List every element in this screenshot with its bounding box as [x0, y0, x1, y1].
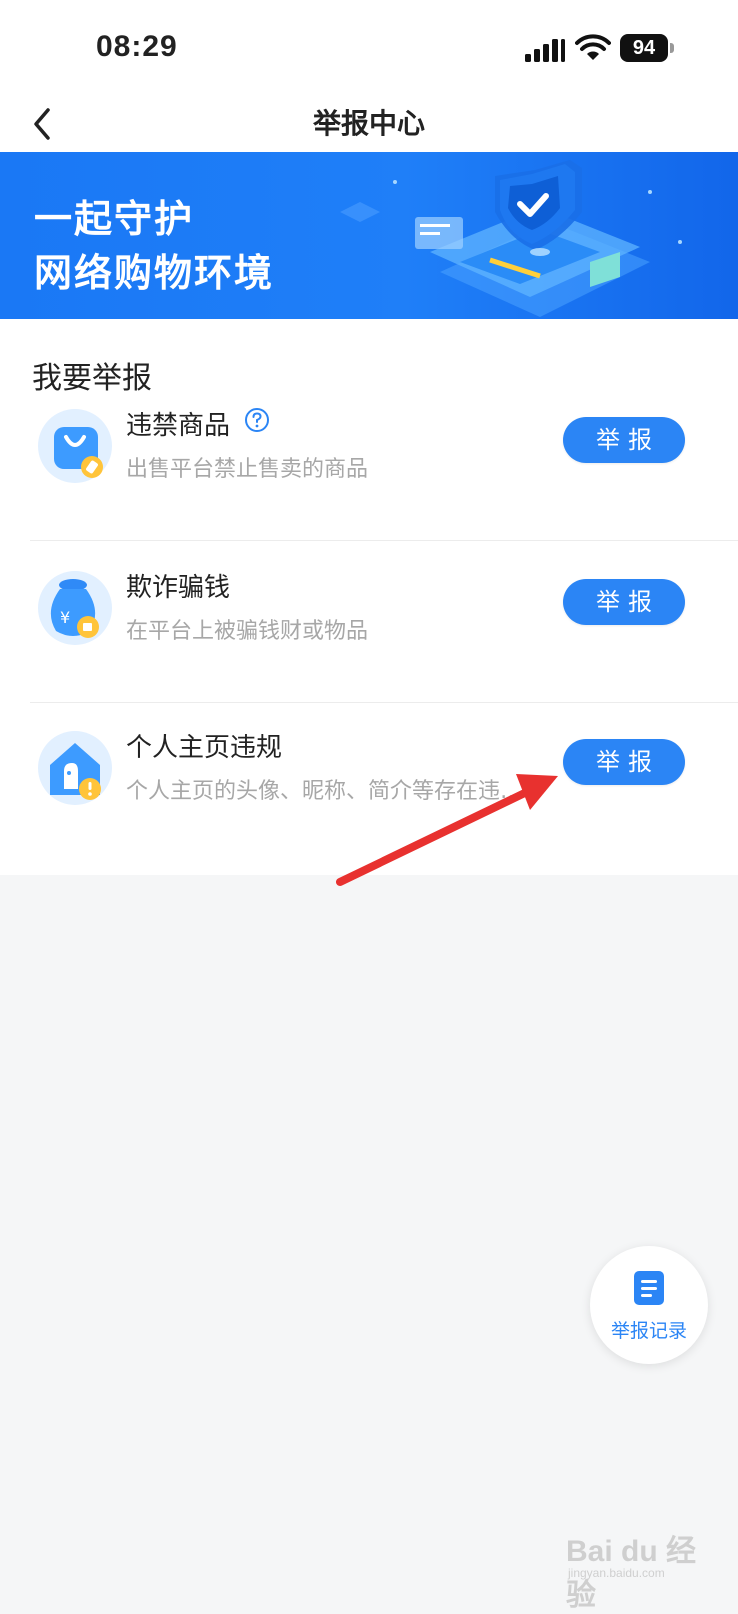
page-title: 举报中心 — [312, 107, 425, 140]
battery-indicator: 94 — [620, 34, 668, 62]
baidu-watermark: Bai du 经验 jingyan.baidu.com — [566, 1518, 706, 1612]
report-button[interactable]: 举报 — [563, 579, 685, 625]
help-question-icon[interactable] — [244, 407, 270, 433]
banner-line1: 一起守护 — [34, 197, 195, 241]
promo-banner: 一起守护 网络购物环境 — [0, 152, 738, 319]
item-description: 在平台上被骗钱财或物品 — [126, 619, 369, 644]
report-history-label: 举报记录 — [610, 1320, 687, 1342]
document-icon — [634, 1271, 664, 1305]
annotation-arrow-icon — [336, 774, 558, 886]
banner-line2: 网络购物环境 — [34, 251, 275, 295]
nav-bar: 举报中心 — [0, 96, 738, 152]
item-title: 个人主页违规 — [126, 733, 283, 763]
svg-text:¥: ¥ — [60, 608, 70, 627]
watermark-url: jingyan.baidu.com — [568, 1566, 665, 1580]
wifi-icon — [575, 34, 611, 60]
profile-home-icon — [38, 731, 112, 805]
report-history-button[interactable]: 举报记录 — [590, 1246, 708, 1364]
shield-illustration-icon — [340, 160, 682, 317]
item-description: 出售平台禁止售卖的商品 — [126, 457, 369, 482]
signal-icon — [525, 39, 565, 62]
item-title: 违禁商品 — [126, 411, 231, 441]
battery-tip — [670, 43, 674, 53]
report-item-prohibited-goods: 违禁商品 出售平台禁止售卖的商品 举报 — [0, 379, 738, 541]
item-title: 欺诈骗钱 — [126, 573, 231, 603]
report-button[interactable]: 举报 — [563, 417, 685, 463]
status-time: 08:29 — [96, 30, 178, 63]
shopping-bag-icon — [38, 409, 112, 483]
money-bag-icon: ¥ — [38, 571, 112, 645]
status-bar: 08:29 94 — [0, 0, 738, 96]
report-item-fraud: ¥ 欺诈骗钱 在平台上被骗钱财或物品 举报 — [0, 541, 738, 703]
